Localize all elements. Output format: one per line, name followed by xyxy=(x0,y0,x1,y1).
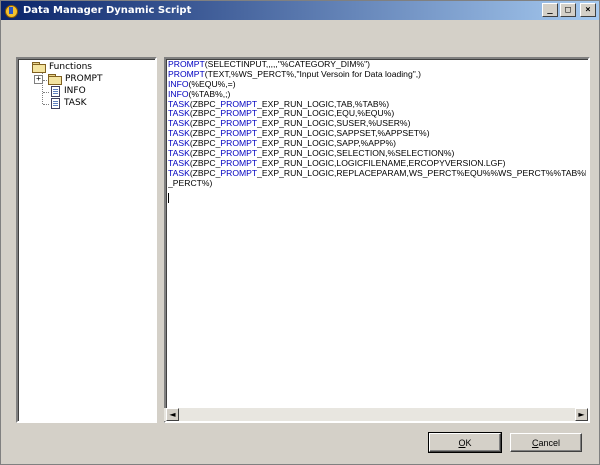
script-keyword: PROMPT xyxy=(220,118,258,129)
right-arrow-icon: ► xyxy=(578,410,585,419)
script-line: _PERCT%) xyxy=(168,177,586,189)
script-keyword: TASK xyxy=(168,157,190,168)
dialog-window: Data Manager Dynamic Script _ □ × Functi… xyxy=(0,0,600,465)
ok-accelerator: O xyxy=(458,437,466,448)
script-keyword: INFO xyxy=(168,78,189,89)
script-text-segment: _EXP_RUN_LOGIC,TAB,%TAB%) xyxy=(257,98,390,109)
cancel-button[interactable]: Cancel xyxy=(510,433,582,452)
script-keyword: INFO xyxy=(168,88,189,99)
script-line: TASK(ZBPC_PROMPT_EXP_RUN_LOGIC,REPLACEPA… xyxy=(168,167,586,179)
script-keyword: TASK xyxy=(168,108,190,119)
script-keyword: PROMPT xyxy=(168,68,205,79)
folder-icon xyxy=(48,74,62,85)
script-text[interactable]: PROMPT(SELECTINPUT,,,,,"%CATEGORY_DIM%")… xyxy=(168,60,586,203)
script-text-segment: (ZBPC_ xyxy=(189,157,221,168)
script-text-segment: (ZBPC_ xyxy=(189,98,221,109)
close-button[interactable]: × xyxy=(580,3,596,17)
script-keyword: PROMPT xyxy=(168,60,205,69)
script-keyword: PROMPT xyxy=(220,138,258,149)
script-text-segment: _EXP_RUN_LOGIC,EQU,%EQU%) xyxy=(257,108,395,119)
scroll-right-button[interactable]: ► xyxy=(575,408,588,421)
script-keyword: TASK xyxy=(168,148,190,159)
ok-label: K xyxy=(465,437,472,448)
document-icon xyxy=(51,97,60,109)
tree-node-label: INFO xyxy=(64,86,86,96)
app-icon xyxy=(4,4,18,18)
script-keyword: TASK xyxy=(168,98,190,109)
tree-node-label: TASK xyxy=(64,98,87,108)
tree-node-task[interactable]: TASK xyxy=(48,97,102,109)
window-controls: _ □ × xyxy=(542,3,596,17)
text-caret xyxy=(168,192,169,203)
script-text-segment: _EXP_RUN_LOGIC,SUSER,%USER%) xyxy=(257,118,411,129)
script-text-segment: (ZBPC_ xyxy=(189,118,221,129)
document-icon xyxy=(51,85,60,97)
script-text-segment: (%EQU%,=) xyxy=(188,78,236,89)
script-text-segment: (%TAB%,;) xyxy=(188,88,231,99)
script-keyword: PROMPT xyxy=(220,128,258,139)
minimize-button[interactable]: _ xyxy=(542,3,558,17)
maximize-button[interactable]: □ xyxy=(560,3,576,17)
script-text-segment: (ZBPC_ xyxy=(189,128,221,139)
script-keyword: TASK xyxy=(168,167,190,178)
script-keyword: PROMPT xyxy=(220,157,258,168)
script-text-segment: _EXP_RUN_LOGIC,SAPP,%APP%) xyxy=(257,138,396,149)
functions-tree: Functions + PROMPT INFO TASK xyxy=(22,61,102,109)
functions-tree-panel[interactable]: Functions + PROMPT INFO TASK xyxy=(16,57,157,423)
tree-node-prompt[interactable]: + PROMPT xyxy=(34,73,102,85)
script-text-segment: (SELECTINPUT,,,,,"%CATEGORY_DIM%") xyxy=(204,60,371,69)
script-text-segment: _PERCT%) xyxy=(168,177,213,188)
script-text-segment: (ZBPC_ xyxy=(189,167,221,178)
script-editor[interactable]: PROMPT(SELECTINPUT,,,,,"%CATEGORY_DIM%")… xyxy=(164,57,590,423)
expand-icon[interactable]: + xyxy=(34,74,43,84)
script-text-segment: (ZBPC_ xyxy=(189,108,221,119)
script-keyword: PROMPT xyxy=(220,167,258,178)
left-arrow-icon: ◄ xyxy=(169,410,176,419)
script-keyword: PROMPT xyxy=(220,148,258,159)
horizontal-scrollbar[interactable]: ◄ ► xyxy=(164,408,588,421)
tree-node-label: Functions xyxy=(49,62,92,72)
scroll-left-button[interactable]: ◄ xyxy=(166,408,179,421)
script-keyword: TASK xyxy=(168,138,190,149)
script-keyword: TASK xyxy=(168,128,190,139)
script-keyword: PROMPT xyxy=(220,98,258,109)
folder-icon xyxy=(32,62,46,73)
script-text-segment: (TEXT,%WS_PERCT%,"Input Versoin for Data… xyxy=(204,68,422,79)
script-keyword: PROMPT xyxy=(220,108,258,119)
tree-node-label: PROMPT xyxy=(65,74,103,84)
tree-node-info[interactable]: INFO xyxy=(48,85,102,97)
script-text-segment: (ZBPC_ xyxy=(189,138,221,149)
tree-node-functions[interactable]: Functions xyxy=(30,61,102,73)
script-text-segment: (ZBPC_ xyxy=(189,148,221,159)
script-text-segment: _EXP_RUN_LOGIC,REPLACEPARAM,WS_PERCT%EQU… xyxy=(257,167,586,178)
script-text-segment: _EXP_RUN_LOGIC,LOGICFILENAME,ERCOPYVERSI… xyxy=(257,157,506,168)
script-line: INFO(%EQU%,=) xyxy=(168,78,586,90)
cancel-label: ancel xyxy=(538,437,560,448)
script-text-segment: _EXP_RUN_LOGIC,SELECTION,%SELECTION%) xyxy=(257,148,455,159)
title-bar[interactable]: Data Manager Dynamic Script _ □ × xyxy=(1,1,599,20)
ok-button[interactable]: OK xyxy=(428,432,502,453)
script-keyword: TASK xyxy=(168,118,190,129)
script-text-segment: _EXP_RUN_LOGIC,SAPPSET,%APPSET%) xyxy=(257,128,430,139)
window-title: Data Manager Dynamic Script xyxy=(23,5,192,16)
